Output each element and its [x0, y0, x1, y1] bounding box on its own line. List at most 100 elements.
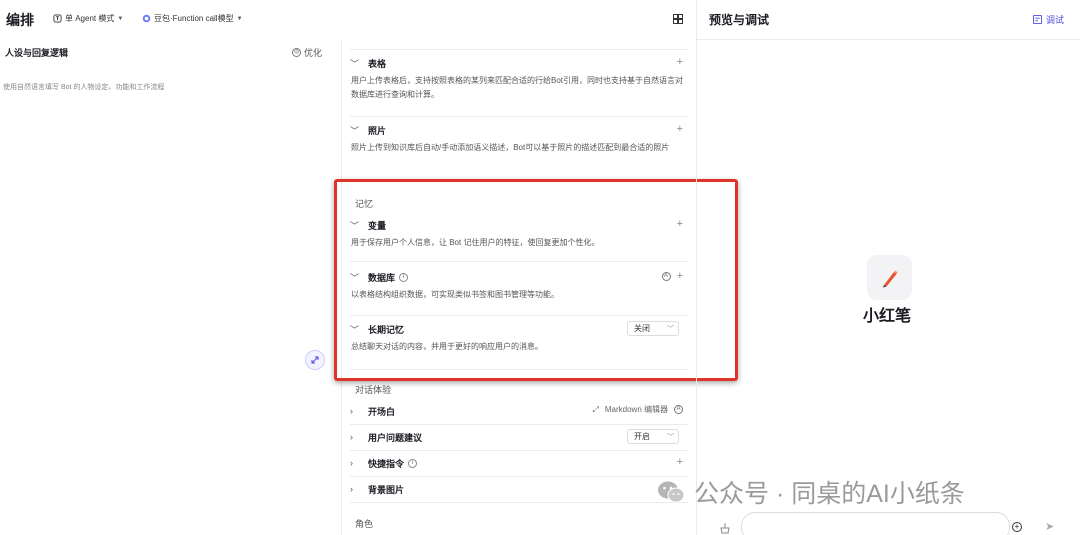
table-header[interactable]: ﹀ 表格 + — [350, 52, 689, 74]
long-memory-select-value: 关闭 — [634, 324, 650, 333]
auto-generate-icon[interactable]: A — [674, 405, 683, 414]
opening-tools: ⤢ Markdown 编辑器 A — [592, 404, 683, 415]
divider — [697, 39, 1080, 40]
layout-icon[interactable] — [673, 14, 683, 24]
section-long-memory: ﹀ 长期记忆 关闭 ﹀ 总结聊天对话的内容，并用于更好的响应用户的消息。 — [350, 318, 689, 354]
long-memory-header[interactable]: ﹀ 长期记忆 关闭 ﹀ — [350, 318, 689, 340]
shortcuts-header[interactable]: › 快捷指令 i + — [350, 452, 689, 474]
watermark: 公众号 · 同桌的AI小纸条 — [656, 474, 965, 510]
dialog-group-label: 对话体验 — [355, 385, 392, 395]
swap-icon — [311, 356, 319, 364]
chevron-right-icon: › — [350, 484, 353, 494]
background-header[interactable]: › 背景图片 — [350, 478, 689, 500]
section-background: › 背景图片 — [350, 478, 689, 500]
collapse-toggle-button[interactable] — [305, 350, 325, 370]
suggestions-select-value: 开启 — [634, 432, 650, 441]
database-title: 数据库 — [368, 272, 396, 283]
chevron-down-icon: ▼ — [117, 15, 124, 22]
model-dropdown[interactable]: 豆包·Function call模型 ▼ — [142, 13, 243, 24]
divider — [350, 450, 689, 451]
photo-header[interactable]: ﹀ 照片 + — [350, 119, 689, 141]
opening-header[interactable]: › 开场白 ⤢ Markdown 编辑器 A — [350, 400, 689, 422]
persona-heading: 人设与回复逻辑 — [5, 48, 69, 58]
add-table-icon[interactable]: + — [677, 56, 683, 68]
section-variables: ﹀ 变量 + 用于保存用户个人信息，让 Bot 记住用户的特征，使回复更加个性化… — [350, 214, 689, 250]
config-panel: ﹀ 表格 + 用户上传表格后，支持按照表格的某列来匹配合适的行给Bot引用，同时… — [343, 40, 696, 535]
shortcuts-title: 快捷指令 — [368, 458, 405, 469]
section-table: ﹀ 表格 + 用户上传表格后，支持按照表格的某列来匹配合适的行给Bot引用，同时… — [350, 52, 689, 102]
optimize-button[interactable]: ◎ 优化 — [292, 46, 322, 59]
chevron-down-icon: ﹀ — [350, 58, 360, 69]
chevron-down-icon: ﹀ — [667, 326, 674, 333]
section-opening: › 开场白 ⤢ Markdown 编辑器 A — [350, 400, 689, 422]
table-title: 表格 — [368, 58, 387, 69]
database-header[interactable]: ﹀ 数据库 i A + — [350, 266, 689, 288]
opening-title: 开场白 — [368, 406, 396, 417]
variables-title: 变量 — [368, 220, 387, 231]
send-icon[interactable]: ➤ — [1045, 520, 1054, 533]
app-root: 编排 单 Agent 模式 ▼ 豆包·Function call模型 ▼ 人设与… — [0, 0, 1080, 535]
divider — [350, 502, 689, 503]
photo-title: 照片 — [368, 125, 387, 136]
debug-button[interactable]: 调试 — [1032, 13, 1064, 26]
database-description: 以表格结构组织数据，可实现类似书签和图书管理等功能。 — [351, 290, 559, 299]
suggestions-select[interactable]: 开启 ﹀ — [627, 429, 679, 444]
persona-panel: 人设与回复逻辑 ◎ 优化 使用自然语言填写 Bot 的人物设定、功能和工作流程 — [0, 40, 342, 535]
add-variable-icon[interactable]: + — [677, 218, 683, 230]
persona-input[interactable]: 使用自然语言填写 Bot 的人物设定、功能和工作流程 — [3, 82, 164, 92]
chevron-down-icon: ﹀ — [350, 324, 360, 335]
add-attachment-icon[interactable]: + — [1012, 522, 1022, 532]
markdown-editor-link[interactable]: Markdown 编辑器 — [605, 404, 668, 415]
chevron-down-icon: ﹀ — [350, 220, 360, 231]
preview-pane: 预览与调试 调试 小红笔 + ➤ — [696, 0, 1080, 535]
chat-input[interactable] — [741, 512, 1010, 535]
watermark-text: 公众号 · 同桌的AI小纸条 — [694, 480, 965, 508]
add-database-icon[interactable]: + — [677, 270, 683, 282]
long-memory-description: 总结聊天对话的内容，并用于更好的响应用户的消息。 — [351, 342, 543, 351]
chevron-right-icon: › — [350, 458, 353, 468]
divider — [350, 424, 689, 425]
long-memory-select[interactable]: 关闭 ﹀ — [627, 321, 679, 336]
chevron-down-icon: ﹀ — [350, 125, 360, 136]
page-title: 编排 — [6, 12, 34, 28]
suggestions-title: 用户问题建议 — [368, 432, 423, 443]
suggestions-header[interactable]: › 用户问题建议 开启 ﹀ — [350, 426, 689, 448]
divider — [350, 369, 689, 370]
variables-header[interactable]: ﹀ 变量 + — [350, 214, 689, 236]
chevron-right-icon: › — [350, 432, 353, 442]
agent-mode-dropdown[interactable]: 单 Agent 模式 ▼ — [53, 13, 123, 24]
debug-icon — [1032, 15, 1042, 24]
add-shortcut-icon[interactable]: + — [677, 456, 683, 468]
agent-mode-label: 单 Agent 模式 — [65, 14, 115, 23]
divider — [350, 49, 689, 50]
agent-mode-icon — [53, 14, 62, 23]
divider — [350, 315, 689, 316]
section-shortcuts: › 快捷指令 i + — [350, 452, 689, 474]
divider — [350, 476, 689, 477]
red-pen-icon — [882, 270, 898, 287]
divider — [350, 116, 689, 117]
info-icon[interactable]: i — [399, 272, 409, 282]
long-memory-title: 长期记忆 — [368, 324, 405, 335]
section-database: ﹀ 数据库 i A + 以表格结构组织数据，可实现类似书签和图书管理等功能。 — [350, 266, 689, 302]
clear-history-icon[interactable] — [719, 522, 731, 534]
add-photo-icon[interactable]: + — [677, 123, 683, 135]
wechat-logo-icon — [658, 481, 685, 503]
auto-generate-icon[interactable]: A — [661, 271, 671, 281]
role-group-label: 角色 — [355, 519, 374, 529]
section-photo: ﹀ 照片 + 照片上传到知识库后自动/手动添加语义描述，Bot可以基于照片的描述… — [350, 119, 689, 155]
chevron-down-icon: ▼ — [236, 15, 243, 22]
bot-avatar — [867, 255, 912, 300]
edit-topbar: 编排 单 Agent 模式 ▼ 豆包·Function call模型 ▼ — [0, 0, 696, 40]
expand-icon[interactable]: ⤢ — [592, 405, 598, 415]
edit-pane: 编排 单 Agent 模式 ▼ 豆包·Function call模型 ▼ 人设与… — [0, 0, 696, 535]
table-description: 用户上传表格后，支持按照表格的某列来匹配合适的行给Bot引用，同时也支持基于自然… — [351, 76, 684, 99]
optimize-icon: ◎ — [292, 48, 301, 57]
photo-description: 照片上传到知识库后自动/手动添加语义描述，Bot可以基于照片的描述匹配到最合适的… — [351, 143, 670, 152]
optimize-label: 优化 — [304, 48, 323, 58]
chevron-down-icon: ﹀ — [350, 272, 360, 283]
info-icon[interactable]: i — [408, 458, 418, 468]
background-title: 背景图片 — [368, 484, 405, 495]
bot-name: 小红笔 — [863, 308, 912, 325]
divider — [350, 261, 689, 262]
